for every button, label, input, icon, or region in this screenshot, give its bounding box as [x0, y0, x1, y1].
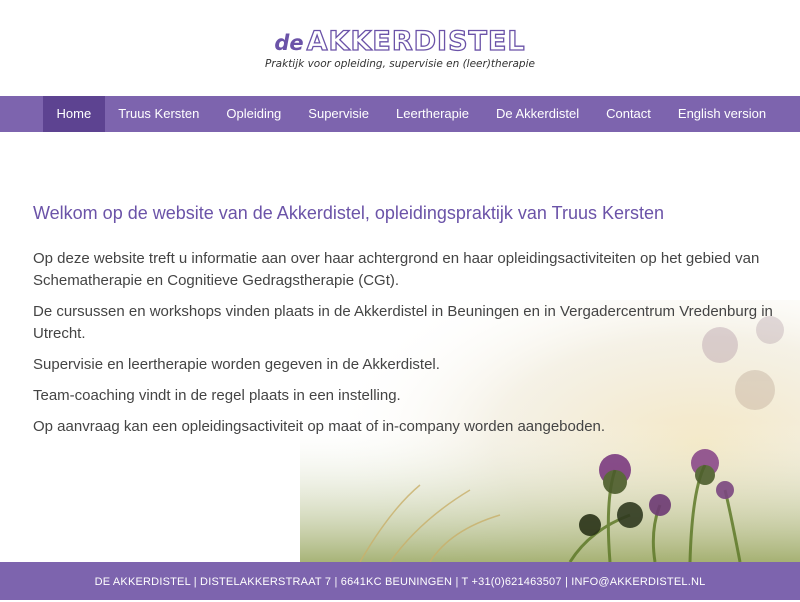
intro-paragraph: De cursussen en workshops vinden plaats …	[33, 303, 773, 342]
nav-item-truus-kersten[interactable]: Truus Kersten	[105, 96, 213, 132]
intro-paragraph: Op aanvraag kan een opleidingsactiviteit…	[33, 418, 606, 435]
footer-contact: DE AKKERDISTEL | DISTELAKKERSTRAAT 7 | 6…	[94, 576, 706, 588]
site-logo[interactable]: de AKKERDISTEL	[0, 25, 800, 57]
main-content: Welkom op de website van de Akkerdistel,…	[33, 203, 773, 447]
nav-item-de-akkerdistel[interactable]: De Akkerdistel	[483, 96, 593, 132]
nav-item-home[interactable]: Home	[43, 96, 105, 132]
nav-item-contact[interactable]: Contact	[593, 96, 665, 132]
intro-paragraph: Team-coaching vindt in de regel plaats i…	[33, 387, 401, 404]
intro-paragraph: Op deze website treft u informatie aan o…	[33, 250, 760, 289]
nav-item-opleiding[interactable]: Opleiding	[213, 96, 295, 132]
nav-item-leertherapie[interactable]: Leertherapie	[383, 96, 483, 132]
nav-item-supervisie[interactable]: Supervisie	[295, 96, 383, 132]
site-tagline: Praktijk voor opleiding, supervisie en (…	[265, 58, 535, 70]
page-title: Welkom op de website van de Akkerdistel,…	[33, 203, 664, 223]
nav-list: Home Truus Kersten Opleiding Supervisie Leer…	[43, 96, 780, 132]
site-header: de AKKERDISTEL Praktijk voor opleiding, s…	[0, 0, 800, 96]
nav-item-english-version[interactable]: English version	[664, 96, 779, 132]
main-nav: Home Truus Kersten Opleiding Supervisie Leer…	[0, 96, 800, 132]
logo-name: AKKERDISTEL	[306, 25, 526, 57]
intro-paragraph: Supervisie en leertherapie worden gegeve…	[33, 356, 440, 373]
site-footer: DE AKKERDISTEL | DISTELAKKERSTRAAT 7 | 6…	[0, 562, 800, 600]
logo-prefix: de	[274, 31, 304, 55]
intro-text: Op deze website treft u informatie aan o…	[33, 248, 773, 438]
